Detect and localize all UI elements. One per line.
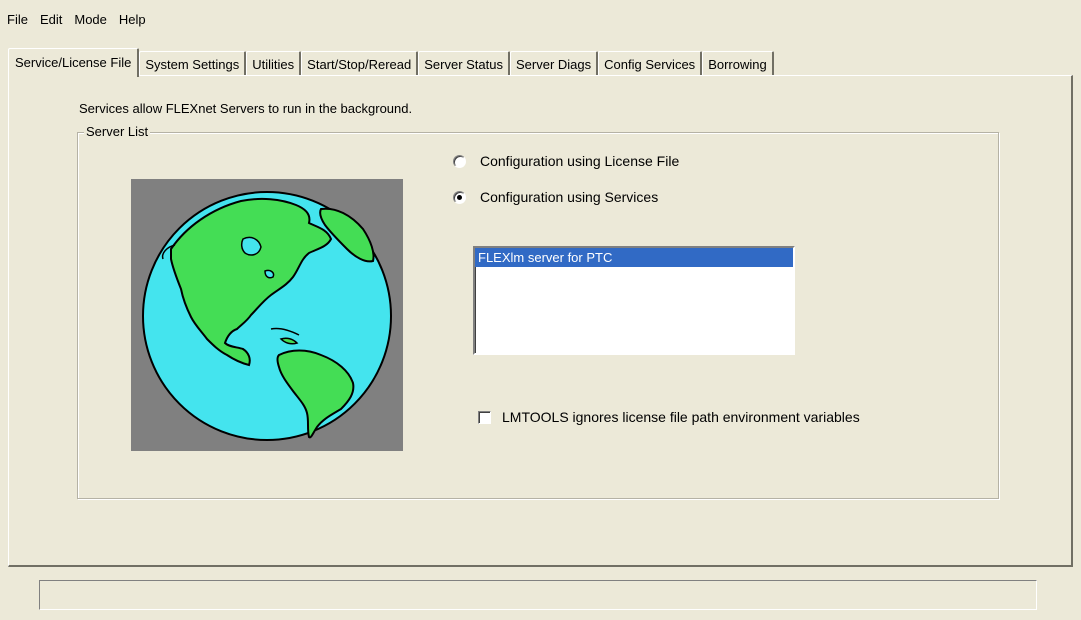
menu-help[interactable]: Help — [113, 12, 152, 27]
tab-system-settings[interactable]: System Settings — [139, 51, 247, 76]
tab-config-services[interactable]: Config Services — [598, 51, 703, 76]
radio-services[interactable] — [453, 190, 466, 204]
globe-icon — [131, 179, 403, 451]
tab-start-stop-reread[interactable]: Start/Stop/Reread — [301, 51, 419, 76]
intro-text: Services allow FLEXnet Servers to run in… — [79, 101, 413, 116]
ignore-env-checkbox-row[interactable]: LMTOOLS ignores license file path enviro… — [478, 409, 860, 425]
radio-services-row[interactable]: Configuration using Services — [453, 189, 658, 205]
tab-page-service-license-file: Services allow FLEXnet Servers to run in… — [8, 75, 1073, 567]
radio-license-file-label: Configuration using License File — [480, 153, 680, 169]
server-list-group: Server List Configuration using License … — [77, 124, 999, 499]
tab-server-diags[interactable]: Server Diags — [510, 51, 599, 76]
ignore-env-checkbox[interactable] — [478, 410, 491, 424]
radio-services-label: Configuration using Services — [480, 189, 659, 205]
ignore-env-checkbox-label: LMTOOLS ignores license file path enviro… — [502, 409, 860, 425]
globe-graphic — [142, 191, 392, 441]
services-listbox[interactable]: FLEXlm server for PTC — [473, 246, 795, 355]
list-item[interactable]: FLEXlm server for PTC — [475, 248, 793, 267]
menu-edit[interactable]: Edit — [34, 12, 68, 27]
status-bar — [39, 580, 1037, 610]
menu-bar: File Edit Mode Help — [0, 0, 1081, 38]
menu-mode[interactable]: Mode — [68, 12, 113, 27]
tab-strip: Service/License File System Settings Uti… — [8, 45, 774, 77]
tab-utilities[interactable]: Utilities — [246, 51, 302, 76]
tab-service-license-file[interactable]: Service/License File — [8, 48, 140, 77]
tab-server-status[interactable]: Server Status — [418, 51, 510, 76]
lmtools-window: File Edit Mode Help Service/License File… — [0, 0, 1081, 620]
tab-borrowing[interactable]: Borrowing — [702, 51, 774, 76]
group-title: Server List — [84, 124, 151, 139]
menu-file[interactable]: File — [0, 12, 34, 27]
radio-license-file-row[interactable]: Configuration using License File — [453, 153, 679, 169]
radio-license-file[interactable] — [453, 154, 466, 168]
